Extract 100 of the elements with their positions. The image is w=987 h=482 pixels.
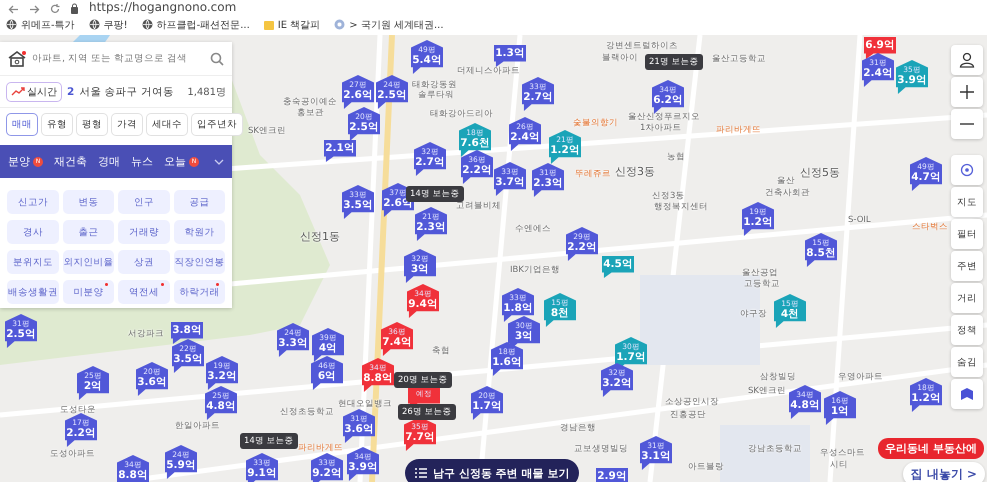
place-label: 뚜레쥬르: [575, 169, 611, 179]
zoom-in-button[interactable]: [951, 77, 983, 107]
map-tool-button[interactable]: 숨김: [951, 347, 983, 377]
price-label: 2.3억: [533, 177, 563, 189]
price-label: 1.3억: [495, 47, 525, 59]
map-layer-button[interactable]: 상권: [118, 250, 170, 274]
place-label: SK엔크린: [248, 126, 286, 136]
map-layer-button[interactable]: 역전세: [118, 280, 170, 304]
map-layer-button[interactable]: 하락거래: [174, 280, 225, 304]
profile-button[interactable]: [951, 45, 983, 75]
price-label: 4.8억: [790, 399, 820, 411]
price-label: 4.8억: [206, 400, 236, 412]
place-label: 진흥공단: [670, 410, 706, 420]
place-label: 울산고등학교: [712, 54, 766, 64]
map-layer-button[interactable]: 직장인연봉: [174, 250, 225, 274]
map-tool-button[interactable]: 거리: [951, 283, 983, 313]
chevron-down-icon[interactable]: [214, 158, 224, 164]
bookmark[interactable]: 위메프-특가: [6, 18, 75, 32]
map-layer-button[interactable]: 학원가: [174, 220, 225, 244]
map-layer-button[interactable]: 거래량: [118, 220, 170, 244]
map-tool-button[interactable]: 지도: [951, 187, 983, 217]
map-layer-button[interactable]: 변동: [62, 190, 114, 214]
map-layer-button[interactable]: 외지인비율: [62, 250, 114, 274]
price-label: 2.2억: [462, 164, 492, 176]
place-label: 농협: [667, 152, 685, 162]
price-label: 1.6억: [492, 356, 522, 368]
price-label: 4억: [318, 342, 338, 354]
map-layer-button[interactable]: 분위지도: [7, 250, 58, 274]
place-label: 도성타운: [60, 405, 96, 415]
filter-chip[interactable]: 세대수: [146, 113, 188, 136]
back-arrow-icon[interactable]: [8, 5, 19, 14]
place-label: 시티: [830, 460, 848, 470]
map-tool-button[interactable]: 정책: [951, 315, 983, 345]
place-label: 고등학교: [744, 279, 780, 289]
forward-arrow-icon[interactable]: [29, 5, 40, 14]
search-icon[interactable]: [210, 52, 224, 66]
map-layer-button[interactable]: 신고가: [7, 190, 58, 214]
viewer-count-tooltip: 26명 보는중: [398, 404, 456, 420]
list-home-button[interactable]: 집 내놓기 >: [902, 462, 985, 482]
map-layer-button[interactable]: 경사: [7, 220, 58, 244]
map-layer-button[interactable]: 배송생활권: [7, 280, 58, 304]
price-label: 6.2억: [653, 94, 683, 106]
bookmark[interactable]: 쿠팡!: [88, 18, 128, 32]
emblem-icon: [334, 19, 346, 30]
bookmark[interactable]: IE 책갈피: [264, 18, 320, 32]
price-label: 8.8억: [363, 372, 393, 384]
address-bar[interactable]: https://hogangnono.com: [89, 0, 236, 14]
trending-region[interactable]: 서울 송파구 거여동: [79, 84, 182, 98]
place-label: 블랙아이: [602, 53, 638, 63]
map-tool-button[interactable]: 필터: [951, 219, 983, 249]
map-layer-button[interactable]: 인구: [118, 190, 170, 214]
category-tab[interactable]: 재건축: [54, 154, 87, 169]
district-label: 신정1동: [300, 231, 340, 243]
category-tab[interactable]: 뉴스: [131, 154, 153, 169]
price-label: 9.1억: [247, 467, 277, 479]
list-icon: [415, 468, 427, 478]
bookmark[interactable]: > 국기원 세계태권...: [334, 18, 444, 32]
price-label: 2.2억: [66, 427, 96, 439]
price-label: 2.7억: [415, 156, 445, 168]
promo-bubble: 우리동네 부동산에: [878, 438, 984, 459]
place-label: 신정3동: [652, 191, 684, 201]
price-label: 2.4억: [863, 67, 893, 79]
marker-button[interactable]: [951, 379, 983, 409]
price-label: 1.2억: [743, 216, 773, 228]
price-label: 2.1억: [325, 142, 355, 154]
price-label: 3.6억: [344, 423, 374, 435]
locate-button[interactable]: [951, 155, 983, 185]
map-tool-button[interactable]: 주변: [951, 251, 983, 281]
price-label: 3.9억: [348, 461, 378, 473]
category-tab[interactable]: 경매: [98, 154, 120, 169]
viewer-count-tooltip: 14명 보는중: [406, 186, 464, 202]
place-label: 한일아파트: [175, 421, 220, 431]
price-label: 6.9억: [865, 39, 895, 51]
realtime-button[interactable]: 실시간: [6, 82, 62, 102]
price-label: 9.4억: [408, 298, 438, 310]
place-label: 행정복지센터: [654, 202, 708, 212]
place-label: 강남초등학교: [748, 444, 802, 454]
person-icon: [959, 52, 975, 68]
reload-icon[interactable]: [50, 4, 60, 14]
map-layer-button[interactable]: 미분양: [62, 280, 114, 304]
map-layer-button[interactable]: 공급: [174, 190, 225, 214]
place-label: IBK기업은행: [510, 265, 560, 275]
place-label: 축협: [432, 346, 450, 356]
filter-chip[interactable]: 매매: [6, 113, 38, 136]
filter-chip[interactable]: 유형: [41, 113, 73, 136]
filter-chip[interactable]: 가격: [111, 113, 143, 136]
place-label: S-OIL: [848, 215, 871, 225]
viewer-count-tooltip: 14명 보는중: [240, 433, 298, 449]
filter-chip[interactable]: 평형: [76, 113, 108, 136]
place-label: 파리바게뜨: [298, 443, 343, 453]
price-label: 3억: [514, 330, 534, 342]
map-layer-button[interactable]: 출근: [62, 220, 114, 244]
filter-chip[interactable]: 입주년차: [191, 113, 243, 136]
place-label: 더제니스아파트: [457, 66, 520, 76]
globe-icon: [6, 19, 17, 30]
place-label: 야구장: [740, 309, 767, 319]
bookmark[interactable]: 하프클럽-패션전문...: [142, 18, 250, 32]
price-label: 1.7억: [472, 400, 502, 412]
home-logo-icon[interactable]: [8, 50, 26, 66]
nearby-listings-button[interactable]: 남구 신정동 주변 매물 보기: [405, 459, 580, 482]
